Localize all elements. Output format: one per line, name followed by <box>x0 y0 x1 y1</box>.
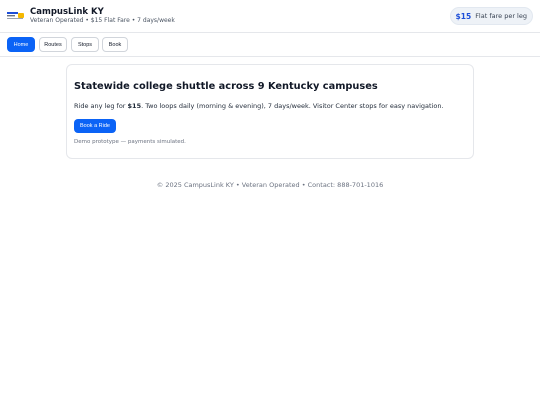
brand-title[interactable]: CampusLink KY <box>30 7 104 17</box>
nav-book-button[interactable]: Book <box>102 37 128 52</box>
nav-stops-button[interactable]: Stops <box>71 37 99 52</box>
site-header: CampusLink KY Veteran Operated • $15 Fla… <box>0 0 540 33</box>
hero-card: Statewide college shuttle across 9 Kentu… <box>66 64 474 159</box>
fare-amount: $15 <box>455 11 472 21</box>
nav-home-button[interactable]: Home <box>7 37 35 52</box>
brand-tagline: Veteran Operated • $15 Flat Fare • 7 day… <box>30 17 175 24</box>
hero-body-prefix: Ride any leg for <box>74 102 128 110</box>
nav-routes-button[interactable]: Routes <box>39 37 67 52</box>
fare-label: Flat fare per leg <box>475 12 527 20</box>
hero-title: Statewide college shuttle across 9 Kentu… <box>74 81 378 92</box>
book-ride-button[interactable]: Book a Ride <box>74 119 116 133</box>
brand-logo[interactable] <box>6 9 25 22</box>
demo-note: Demo prototype — payments simulated. <box>74 139 186 145</box>
site-footer: © 2025 CampusLink KY • Veteran Operated … <box>156 181 384 189</box>
hero-body-suffix: . Two loops daily (morning & evening), 7… <box>141 102 444 110</box>
hero-price: $15 <box>127 102 142 110</box>
main-nav: Home Routes Stops Book <box>0 33 540 57</box>
hero-description: Ride any leg for $15. Two loops daily (m… <box>74 102 444 110</box>
fare-badge: $15 Flat fare per leg <box>449 7 533 25</box>
